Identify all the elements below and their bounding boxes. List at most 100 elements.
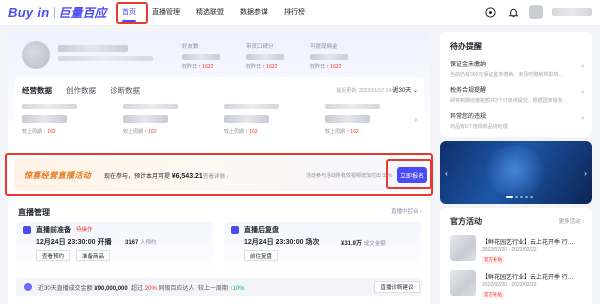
metric-value-redacted — [224, 115, 269, 123]
live-diagnosis-bar: 近30天直播成交金额 ¥90,000,000 超过 20% 同级百应达人 较上一… — [16, 278, 422, 296]
carousel-prev-icon[interactable]: ‹ — [442, 167, 451, 179]
todo-item[interactable]: 异常您的违规 商品有5个违规商品待处理 › — [450, 111, 584, 130]
metric-compare: 较上周期 ↑ 162 — [224, 129, 258, 135]
range-select[interactable]: 近30天 ⌄ — [393, 85, 418, 94]
profile-info-redacted — [58, 56, 153, 61]
brand-logo[interactable]: Buy in 巨量百应 — [8, 4, 107, 20]
chevron-down-icon: ⌄ — [412, 88, 418, 94]
activity-banner: 惊喜经营直播活动 现在参与，预计本月可提 ¥6,543.21 查看详情 › 活动… — [14, 158, 427, 191]
todo-panel: 待办提醒 保证金未缴纳 当前仍有300元保证金未缴纳，未及时缴纳将影响… › 税… — [440, 32, 592, 137]
brand-name: Buy in — [8, 4, 50, 20]
metric-card[interactable]: 较上周期 ↑ 162 — [22, 104, 114, 135]
banner-description: 现在参与，预计本月可提 ¥6,543.21 — [104, 173, 203, 180]
tab-creation-data[interactable]: 创作数据 — [66, 85, 96, 96]
activity-date: 2022/02/20 - 2022/02/22 — [482, 282, 537, 288]
chart-icon — [231, 226, 239, 234]
top-right-actions — [483, 5, 592, 19]
carousel-image — [480, 146, 550, 196]
activity-thumbnail — [450, 270, 476, 296]
todo-title: 待办提醒 — [450, 42, 482, 51]
metric-card[interactable]: 较上周期 ↑ 162 — [224, 104, 316, 135]
more-activities-link[interactable]: 更多活动 › — [559, 217, 584, 225]
update-time: 最近更新: 2022/01/12 14:00 — [336, 88, 398, 94]
activity-name: 【鲜花园艺行业】云上花开季 行… — [482, 275, 574, 281]
carousel-dot[interactable] — [515, 196, 518, 198]
metric-compare: 较上周期 ↑ 162 — [325, 129, 359, 135]
chevron-right-icon: › — [581, 89, 584, 96]
tab-business-data[interactable]: 经营数据 — [22, 85, 52, 96]
card-title: 直播前准备 — [36, 227, 71, 234]
chevron-right-icon: › — [581, 63, 584, 70]
carousel-dot[interactable] — [525, 196, 528, 198]
help-icon[interactable] — [483, 5, 497, 19]
view-reservations-button[interactable]: 查看预约 — [36, 250, 71, 261]
metric-label-redacted — [123, 104, 178, 109]
activity-thumbnail — [450, 235, 476, 261]
todo-item[interactable]: 税务合规提醒 即将到期应缴税额共3个订单待提交，根据国家税务… › — [450, 85, 584, 104]
card-stat: 3167 人预约 — [125, 240, 157, 246]
user-avatar[interactable] — [529, 5, 543, 19]
header-stat-value-redacted — [246, 54, 284, 60]
activity-item[interactable]: 【鲜花园艺行业】云上花开季 行… 2022/02/20 - 2022/02/22… — [450, 270, 586, 300]
signup-button[interactable]: 立即报名 — [397, 167, 427, 183]
activity-date: 2022/02/20 - 2022/02/22 — [482, 247, 537, 253]
user-name-redacted[interactable] — [552, 8, 592, 16]
header-stat-score: 带货口碑分 较昨日 ↑ 1622 — [246, 42, 284, 70]
metric-list: 较上周期 ↑ 162 较上周期 ↑ 162 较上周期 ↑ 162 较上周期 ↑ … — [22, 104, 426, 135]
carousel-dots — [506, 196, 533, 198]
diagnosis-text: 近30天直播成交金额 ¥90,000,000 超过 20% 同级百应达人 较上一… — [38, 286, 245, 292]
live-console-link[interactable]: 直播中控台 › — [391, 207, 422, 215]
header-stat-compare: 较昨日 ↑ 1622 — [246, 64, 278, 70]
header-stat-value-redacted — [310, 54, 348, 60]
brand-divider — [53, 6, 55, 18]
live-prep-card: 直播前准备 待操作 12月24日 23:30:00 开播 3167 人预约 查看… — [16, 222, 213, 270]
header-stat-value-redacted — [182, 54, 220, 60]
section-title: 直播管理 — [18, 208, 50, 217]
metric-compare: 较上周期 ↑ 162 — [123, 129, 157, 135]
todo-item[interactable]: 保证金未缴纳 当前仍有300元保证金未缴纳，未及时缴纳将影响… › — [450, 59, 584, 78]
metric-value-redacted — [123, 115, 168, 123]
header-stat-commission: 可提现佣金 较昨日 ↑ 1622 — [310, 42, 348, 70]
calendar-icon — [23, 226, 31, 234]
metric-value-redacted — [22, 115, 67, 123]
data-tabs: 经营数据 创作数据 诊断数据 — [22, 85, 140, 96]
overview-card: 好友数 较昨日 ↑ 1622 带货口碑分 较昨日 ↑ 1622 可提现佣金 较昨… — [8, 32, 430, 198]
brand-subname: 巨量百应 — [58, 5, 107, 20]
header-stat-label: 好友数 — [182, 44, 199, 50]
nav-item-home[interactable]: 首页 — [114, 0, 144, 26]
tab-diagnosis-data[interactable]: 诊断数据 — [110, 85, 140, 96]
header-stat-label: 带货口碑分 — [246, 44, 274, 50]
promo-carousel[interactable]: ‹ › — [440, 141, 592, 204]
metric-label-redacted — [224, 104, 279, 109]
banner-note: 活动参与活动所有效视频增加付出 32% — [306, 173, 393, 179]
metric-value-redacted — [325, 115, 370, 123]
nav-item-data[interactable]: 数据参谋 — [232, 0, 276, 26]
carousel-next-icon[interactable]: › — [581, 167, 590, 179]
activity-tag: 官方补贴 — [482, 291, 504, 299]
nav-item-live-management[interactable]: 直播管理 — [144, 0, 188, 26]
go-review-button[interactable]: 前往复盘 — [244, 250, 279, 261]
prepare-products-button[interactable]: 准备商品 — [76, 250, 111, 261]
card-title: 直播后复盘 — [244, 227, 279, 234]
metric-label-redacted — [325, 104, 380, 109]
metric-card[interactable]: 较上周期 ↑ 162 — [123, 104, 215, 135]
business-data-panel: 经营数据 创作数据 诊断数据 最近更新: 2022/01/12 14:00 近3… — [14, 77, 424, 151]
activity-title: 官方活动 — [450, 217, 482, 226]
card-time: 12月24日 23:30:00 开播 — [36, 239, 112, 246]
nav-item-rankings[interactable]: 排行榜 — [276, 0, 313, 26]
carousel-dot[interactable] — [520, 196, 523, 198]
activity-item[interactable]: 【鲜花园艺行业】云上花开季 行… 2022/02/20 - 2022/02/22… — [450, 235, 586, 265]
profile-avatar — [22, 41, 50, 69]
card-time: 12月24日 23:30:00 场次 — [244, 239, 320, 246]
activity-tag: 官方补贴 — [482, 256, 504, 264]
diagnosis-advice-button[interactable]: 直播诊断建议 — [374, 281, 420, 293]
live-management-section: 直播管理 直播中控台 › 直播前准备 待操作 12月24日 23:30:00 开… — [8, 198, 430, 304]
bell-icon[interactable] — [506, 5, 520, 19]
main-nav: 首页 直播管理 精选联盟 数据参谋 排行榜 — [114, 0, 313, 26]
carousel-dot[interactable] — [530, 196, 533, 198]
nav-item-alliance[interactable]: 精选联盟 — [188, 0, 232, 26]
metric-card[interactable]: 较上周期 ↑ 162 — [325, 104, 417, 135]
banner-details-link[interactable]: 查看详情 › — [203, 172, 228, 180]
chevron-right-icon[interactable]: › — [414, 115, 417, 124]
carousel-dot[interactable] — [506, 196, 513, 198]
